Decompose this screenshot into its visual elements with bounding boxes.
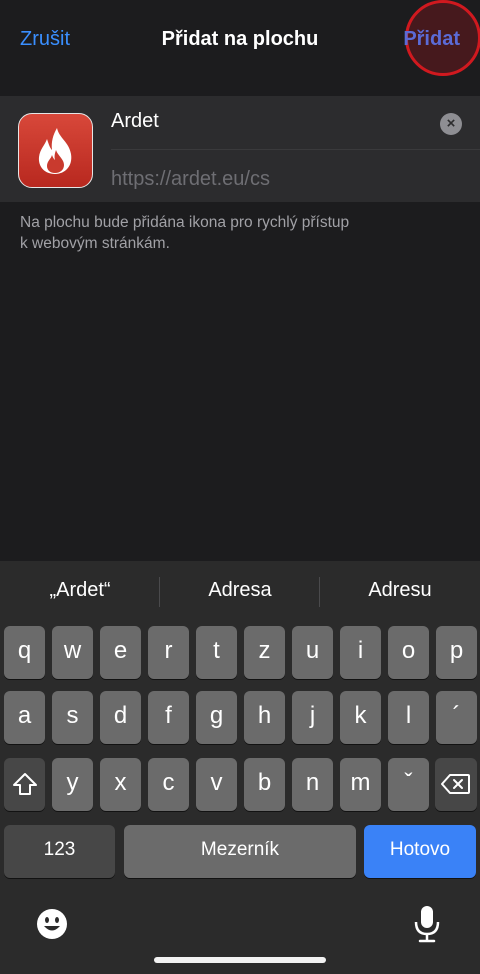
key[interactable]: b [244,758,285,811]
name-input[interactable]: Ardet [111,110,159,133]
key[interactable]: i [340,626,381,679]
emoji-button[interactable] [35,907,69,941]
divider [111,149,480,150]
navigation-bar: Zrušit Přidat na plochu Přidat [0,0,480,80]
microphone-icon [414,906,440,943]
backspace-key[interactable] [435,758,477,811]
key[interactable]: u [292,626,333,679]
key[interactable]: r [148,626,189,679]
dictation-button[interactable] [412,904,442,944]
description-line-1: Na plochu bude přidána ikona pro rychlý … [20,214,350,231]
emoji-icon [37,909,67,939]
key[interactable]: o [388,626,429,679]
keyboard: „Ardet“ Adresa Adresu q w e r t z u i o … [0,561,480,974]
key[interactable]: g [196,691,237,744]
space-key[interactable]: Mezerník [124,825,356,878]
key[interactable]: f [148,691,189,744]
description-text: Na plochu bude přidána ikona pro rychlý … [20,212,460,254]
key[interactable]: p [436,626,477,679]
suggestion-item[interactable]: Adresu [320,579,480,602]
key[interactable]: y [52,758,93,811]
suggestion-bar: „Ardet“ Adresa Adresu [0,561,480,621]
key[interactable]: c [148,758,189,811]
done-key[interactable]: Hotovo [364,825,476,878]
bookmark-card: Ardet https://ardet.eu/cs [0,96,480,202]
home-indicator[interactable] [154,957,326,963]
shift-key[interactable] [4,758,45,811]
key[interactable]: h [244,691,285,744]
backspace-icon [441,774,470,794]
key[interactable]: ´ [436,691,477,744]
key[interactable]: k [340,691,381,744]
key[interactable]: n [292,758,333,811]
shift-icon [12,773,37,795]
key[interactable]: q [4,626,45,679]
add-button[interactable]: Přidat [403,28,460,51]
suggestion-item[interactable]: „Ardet“ [0,579,160,602]
app-icon [18,113,93,188]
key[interactable]: m [340,758,381,811]
key[interactable]: v [196,758,237,811]
key[interactable]: t [196,626,237,679]
key[interactable]: s [52,691,93,744]
key[interactable]: ˇ [388,758,429,811]
clear-text-icon[interactable]: × [440,113,462,135]
flame-icon [38,128,72,174]
description-line-2: k webovým stránkám. [20,235,170,252]
key[interactable]: z [244,626,285,679]
key[interactable]: x [100,758,141,811]
suggestion-item[interactable]: Adresa [160,579,320,602]
numbers-key[interactable]: 123 [4,825,115,878]
key[interactable]: a [4,691,45,744]
key[interactable]: j [292,691,333,744]
key[interactable]: l [388,691,429,744]
key[interactable]: e [100,626,141,679]
key[interactable]: d [100,691,141,744]
url-field: https://ardet.eu/cs [111,168,270,190]
key[interactable]: w [52,626,93,679]
